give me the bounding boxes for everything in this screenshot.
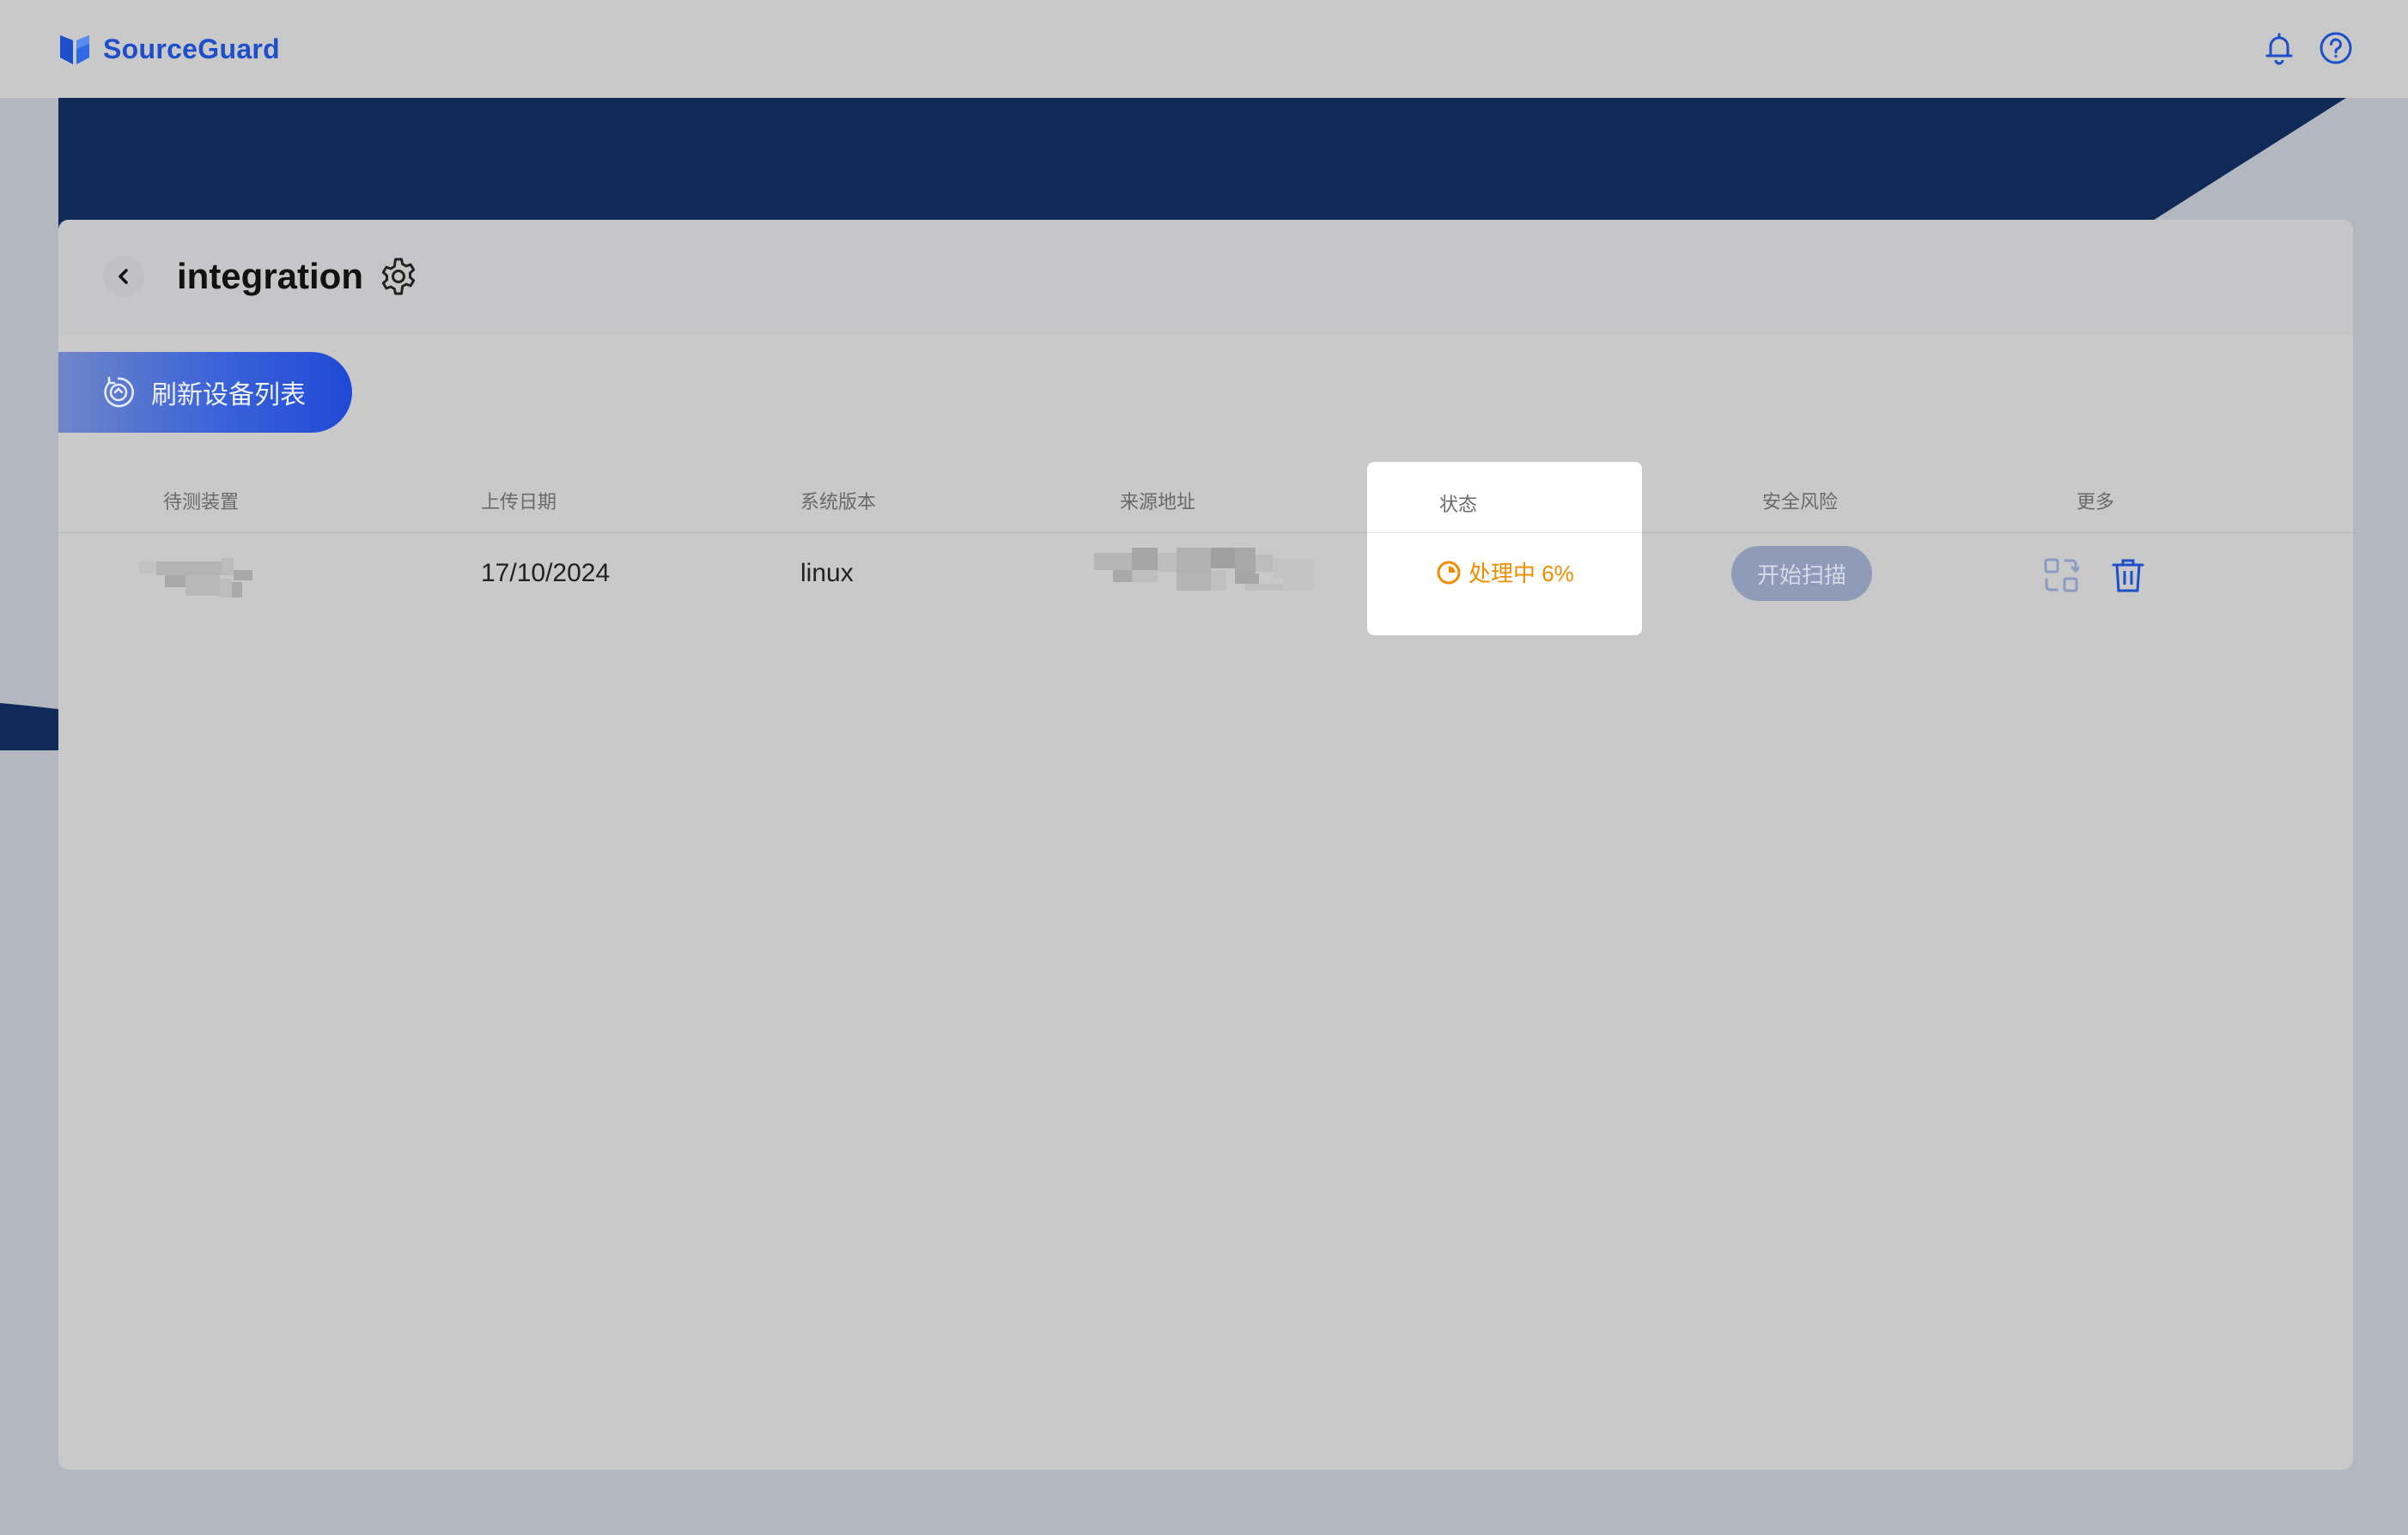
column-header-upload-date: 上传日期 — [481, 491, 557, 513]
os-version-cell: linux — [800, 559, 854, 587]
page-title: integration — [177, 256, 363, 296]
shield-logo-icon — [60, 35, 89, 64]
back-button[interactable] — [103, 256, 144, 297]
status-processing: 处理中 6% — [1436, 556, 1574, 588]
help-icon[interactable] — [2317, 29, 2355, 67]
progress-pie-icon — [1437, 561, 1461, 584]
chevron-left-icon — [119, 269, 128, 284]
column-header-more: 更多 — [2077, 491, 2115, 513]
top-bar: SourceGuard — [0, 0, 2408, 98]
column-header-device: 待测装置 — [163, 491, 240, 513]
refresh-device-list-button[interactable]: 刷新设备列表 — [58, 352, 352, 433]
delete-trash-icon[interactable] — [2109, 556, 2147, 594]
refresh-icon — [104, 376, 134, 408]
start-scan-button[interactable]: 开始扫描 — [1731, 546, 1872, 601]
brand-name: SourceGuard — [103, 33, 281, 64]
column-header-os-version: 系统版本 — [800, 491, 877, 513]
device-name-redacted — [139, 558, 307, 601]
upload-date-cell: 17/10/2024 — [481, 559, 611, 587]
column-header-status: 状态 — [1439, 494, 1478, 515]
table-header-divider — [58, 532, 2353, 533]
source-address-redacted — [1094, 548, 1343, 603]
card-header: integration — [58, 220, 2353, 335]
bell-icon[interactable] — [2260, 29, 2298, 67]
compare-icon[interactable] — [2042, 556, 2080, 594]
app-page: SourceGuard integration 刷新设备列表 待测装置 上传日期… — [0, 0, 2408, 1535]
refresh-button-label: 刷新设备列表 — [151, 381, 306, 410]
column-header-source: 来源地址 — [1120, 491, 1196, 513]
status-text: 处理中 6% — [1469, 561, 1574, 586]
status-column-highlight: 状态 处理中 6% — [1367, 462, 1642, 635]
devices-card: integration 刷新设备列表 待测装置 上传日期 系统版本 来源地址 安… — [58, 220, 2353, 1470]
brand-logo[interactable]: SourceGuard — [58, 31, 280, 67]
column-header-risk: 安全风险 — [1762, 491, 1839, 513]
settings-gear-icon[interactable] — [376, 254, 421, 299]
status-header-divider — [1367, 532, 1642, 533]
